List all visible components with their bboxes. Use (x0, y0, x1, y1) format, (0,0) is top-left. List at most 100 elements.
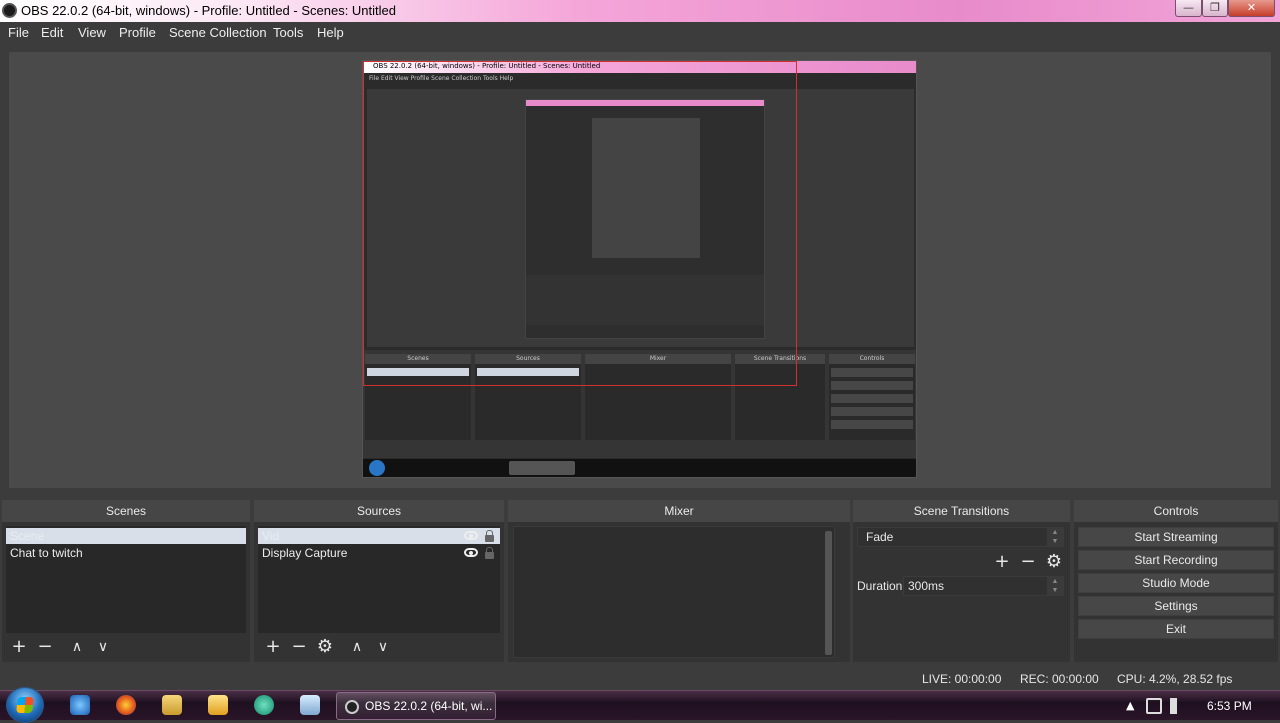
nested-scene-selected (367, 368, 469, 376)
remove-source-button[interactable]: − (288, 636, 310, 658)
start-streaming-button[interactable]: Start Streaming (1078, 527, 1274, 547)
exit-button[interactable]: Exit (1078, 619, 1274, 639)
move-source-up-button[interactable]: ∧ (346, 636, 368, 658)
nested-preview-inner (525, 99, 765, 339)
menu-profile[interactable]: Profile (119, 25, 156, 40)
menu-tools[interactable]: Tools (273, 25, 303, 40)
nested-mixer-header: Mixer (585, 354, 731, 364)
move-scene-down-button[interactable]: ∨ (92, 636, 114, 658)
nested-title-bar: OBS 22.0.2 (64-bit, windows) - Profile: … (363, 61, 916, 73)
taskbar-clock[interactable]: 6:53 PM (1207, 699, 1252, 713)
nested-inner-titlebar (526, 100, 764, 106)
sources-dock: Sources Vid Display Capture + − ⚙ ∧ ∨ (254, 500, 504, 662)
nested-source-selected (477, 368, 579, 376)
transition-spinner[interactable]: ▲ ▼ (1047, 528, 1063, 546)
source-properties-gear-icon[interactable]: ⚙ (314, 636, 336, 658)
live-status: LIVE: 00:00:00 (922, 672, 1002, 686)
internet-explorer-icon[interactable] (70, 695, 90, 715)
sources-list[interactable]: Vid Display Capture (258, 526, 500, 633)
mixer-panel (513, 526, 835, 658)
scenes-header: Scenes (2, 500, 250, 522)
volume-muted-icon[interactable] (1170, 698, 1186, 714)
start-button[interactable] (6, 687, 44, 723)
scenes-dock: Scenes Scene Chat to twitch + − ∧ ∨ (2, 500, 250, 662)
mixer-header: Mixer (508, 500, 850, 522)
obs-app-icon (2, 3, 17, 18)
start-recording-button[interactable]: Start Recording (1078, 550, 1274, 570)
close-button[interactable]: ✕ (1228, 0, 1275, 17)
visibility-eye-icon[interactable] (464, 531, 478, 540)
firefox-icon[interactable] (116, 695, 136, 715)
lock-icon[interactable] (485, 530, 494, 542)
nested-start-orb (369, 460, 385, 476)
app-globe-icon[interactable] (254, 695, 274, 715)
studio-mode-button[interactable]: Studio Mode (1078, 573, 1274, 593)
duration-value: 300ms (908, 579, 945, 593)
show-hidden-icons-icon[interactable]: ▲ (1126, 699, 1134, 712)
move-scene-up-button[interactable]: ∧ (66, 636, 88, 658)
menu-edit[interactable]: Edit (41, 25, 63, 40)
mixer-dock: Mixer (508, 500, 850, 662)
duration-spinner[interactable]: ▲ ▼ (1047, 577, 1063, 595)
mixer-scrollbar[interactable] (825, 531, 832, 655)
nested-scenes-header: Scenes (365, 354, 471, 364)
remove-scene-button[interactable]: − (34, 636, 56, 658)
controls-header: Controls (1074, 500, 1278, 522)
lock-icon[interactable] (485, 547, 494, 559)
transition-settings-gear-icon[interactable]: ⚙ (1043, 551, 1065, 573)
network-icon[interactable] (1146, 698, 1162, 714)
move-source-down-button[interactable]: ∨ (372, 636, 394, 658)
nested-ctrl-1 (831, 368, 913, 377)
menu-file[interactable]: File (8, 25, 29, 40)
nested-ctrl-5 (831, 420, 913, 429)
sources-header: Sources (254, 500, 504, 522)
menu-view[interactable]: View (78, 25, 106, 40)
add-source-button[interactable]: + (262, 636, 284, 658)
duration-field[interactable]: 300ms ▲ ▼ (903, 576, 1064, 596)
rec-status: REC: 00:00:00 (1020, 672, 1099, 686)
transitions-dock: Scene Transitions Fade ▲ ▼ + − ⚙ Duration… (853, 500, 1070, 662)
file-explorer-icon[interactable] (162, 695, 182, 715)
window-title: OBS 22.0.2 (64-bit, windows) - Profile: … (21, 3, 396, 18)
nested-docks: Scenes Sources Mixer Scene Transitions C… (363, 350, 916, 458)
nested-ctrl-4 (831, 407, 913, 416)
nested-window-title: OBS 22.0.2 (64-bit, windows) - Profile: … (373, 62, 601, 70)
nested-menu-bar: File Edit View Profile Scene Collection … (369, 75, 514, 82)
nested-scenes-dock: Scenes (365, 354, 471, 440)
maximize-button[interactable]: ❐ (1202, 0, 1228, 17)
menu-help[interactable]: Help (317, 25, 344, 40)
scenes-list[interactable]: Scene Chat to twitch (6, 526, 246, 633)
transition-select[interactable]: Fade ▲ ▼ (857, 527, 1064, 547)
controls-dock: Controls Start Streaming Start Recording… (1074, 500, 1278, 662)
minimize-button[interactable]: — (1175, 0, 1202, 17)
title-bar: OBS 22.0.2 (64-bit, windows) - Profile: … (0, 0, 1280, 22)
nested-sources-dock: Sources (475, 354, 581, 440)
source-outline-right (796, 61, 797, 386)
notepad-icon[interactable] (300, 695, 320, 715)
program-preview[interactable]: OBS 22.0.2 (64-bit, windows) - Profile: … (362, 60, 917, 478)
add-scene-button[interactable]: + (8, 636, 30, 658)
duration-label: Duration (857, 579, 903, 593)
scene-item[interactable]: Chat to twitch (6, 545, 246, 561)
windows-taskbar: OBS 22.0.2 (64-bit, wi... ▲ 6:53 PM (0, 687, 1280, 723)
menu-bar: File Edit View Profile Scene Collection … (0, 22, 1280, 44)
nested-taskbar (363, 459, 916, 477)
media-player-icon[interactable] (208, 695, 228, 715)
source-outline-top (363, 61, 797, 62)
nested-controls-dock: Controls (829, 354, 915, 440)
nested-sources-header: Sources (475, 354, 581, 364)
menu-scene-collection[interactable]: Scene Collection (169, 25, 267, 40)
nested-controls-header: Controls (829, 354, 915, 364)
taskbar-obs-window[interactable]: OBS 22.0.2 (64-bit, wi... (336, 692, 496, 720)
cpu-status: CPU: 4.2%, 28.52 fps (1117, 672, 1233, 686)
nested-preview-deep (592, 118, 700, 258)
add-transition-button[interactable]: + (991, 551, 1013, 573)
visibility-eye-icon[interactable] (464, 548, 478, 557)
nested-mixer-dock: Mixer (585, 354, 731, 440)
obs-logo-icon (345, 700, 359, 714)
nested-transitions-dock: Scene Transitions (735, 354, 825, 440)
settings-button[interactable]: Settings (1078, 596, 1274, 616)
taskbar-obs-label: OBS 22.0.2 (64-bit, wi... (365, 699, 493, 713)
remove-transition-button[interactable]: − (1017, 551, 1039, 573)
scene-item-selected[interactable]: Scene (6, 528, 246, 544)
